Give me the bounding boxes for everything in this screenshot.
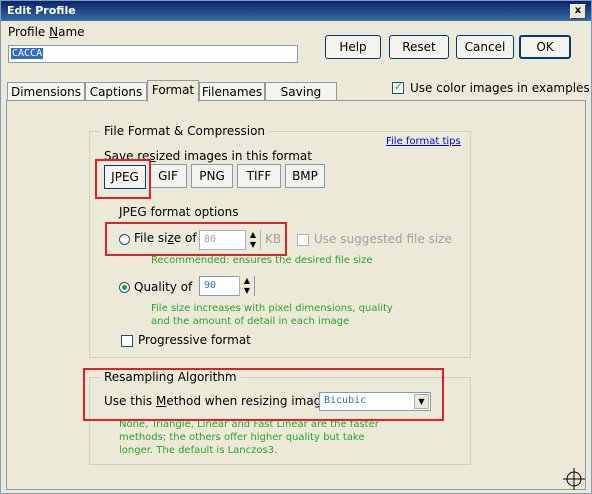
- use-suggested-checkbox[interactable]: [297, 234, 309, 246]
- format-tiff-button[interactable]: TIFF: [237, 164, 281, 188]
- quality-hint-2: and the amount of detail in each image: [151, 316, 350, 327]
- cancel-button[interactable]: Cancel: [456, 35, 514, 59]
- window-title: Edit Profile: [7, 4, 76, 17]
- tab-filenames[interactable]: Filenames: [199, 82, 265, 101]
- annotation-box-resampling: [83, 368, 444, 421]
- annotation-box-jpeg: [95, 159, 151, 199]
- quality-hint-1: File size increases with pixel dimension…: [151, 303, 393, 314]
- quality-label: Quality of: [134, 280, 193, 294]
- quality-radio[interactable]: [119, 282, 130, 293]
- annotation-box-file-size: [105, 222, 287, 256]
- tab-saving-files[interactable]: Saving Files: [265, 82, 337, 117]
- help-button[interactable]: Help: [325, 35, 381, 59]
- progressive-checkbox[interactable]: [121, 335, 133, 347]
- use-suggested-label: Use suggested file size: [314, 232, 452, 246]
- tab-captions[interactable]: Captions: [85, 82, 147, 101]
- format-png-button[interactable]: PNG: [191, 164, 233, 188]
- close-button[interactable]: x: [570, 4, 586, 19]
- profile-name-label: Profile Name: [8, 25, 85, 39]
- resampling-hint-3: longer. The default is Lanczos3.: [119, 445, 278, 456]
- color-images-checkbox[interactable]: [392, 80, 404, 94]
- file-format-tips-link[interactable]: File format tips: [386, 136, 461, 147]
- jpeg-options-title: JPEG format options: [119, 205, 239, 219]
- title-bar[interactable]: Edit Profile x: [1, 1, 591, 21]
- quality-spinner[interactable]: ▲ ▼: [239, 276, 254, 296]
- file-size-hint: Recommended: ensures the desired file si…: [151, 255, 373, 266]
- color-images-label: Use color images in examples: [410, 81, 590, 95]
- reset-button[interactable]: Reset: [389, 35, 449, 59]
- quality-input[interactable]: 90 ▲ ▼: [199, 276, 255, 296]
- quality-value: 90: [204, 280, 217, 291]
- resampling-hint-2: methods; the others offer higher quality…: [119, 432, 365, 443]
- file-format-group-title: File Format & Compression: [100, 124, 270, 138]
- tab-format[interactable]: Format: [147, 80, 199, 102]
- format-gif-button[interactable]: GIF: [149, 164, 187, 188]
- edit-profile-dialog: Edit Profile x Profile Name CACCA Help R…: [0, 0, 592, 494]
- crosshair-icon[interactable]: [561, 467, 587, 491]
- progressive-label: Progressive format: [138, 333, 251, 347]
- profile-name-value: CACCA: [11, 48, 44, 59]
- tab-dimensions[interactable]: Dimensions: [7, 82, 85, 101]
- ok-button[interactable]: OK: [519, 35, 571, 59]
- profile-name-input[interactable]: CACCA: [8, 45, 298, 63]
- format-bmp-button[interactable]: BMP: [285, 164, 325, 188]
